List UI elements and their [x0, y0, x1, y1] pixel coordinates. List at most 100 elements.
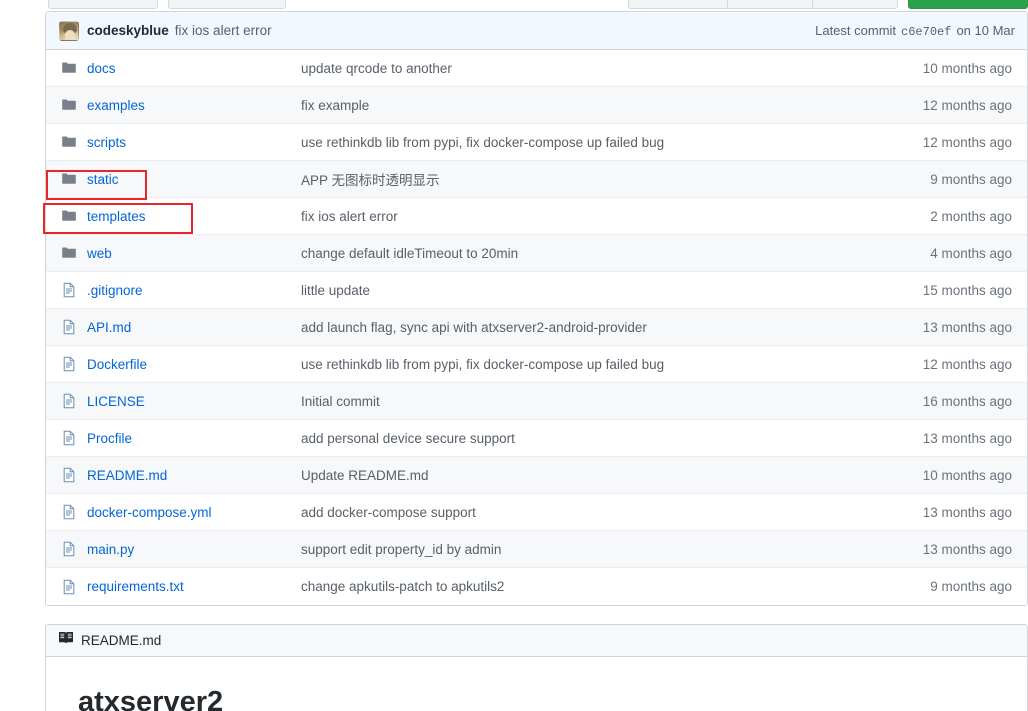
commit-message-cell[interactable]: use rethinkdb lib from pypi, fix docker-…	[301, 135, 877, 150]
commit-message-cell[interactable]: fix example	[301, 98, 877, 113]
table-row: examples fix example 12 months ago	[46, 87, 1027, 124]
file-link-procfile[interactable]: Procfile	[87, 431, 132, 446]
commit-author-name[interactable]: codeskyblue	[87, 23, 169, 38]
table-row: LICENSE Initial commit 16 months ago	[46, 383, 1027, 420]
commit-age-cell: 13 months ago	[922, 430, 1012, 446]
toolbar-button-left-1[interactable]	[48, 0, 158, 9]
file-link-readme-md[interactable]: README.md	[87, 468, 167, 483]
file-name-cell: API.md	[46, 319, 301, 335]
commit-message-cell[interactable]: Update README.md	[301, 468, 877, 483]
commit-age-cell: 9 months ago	[930, 171, 1012, 187]
commit-age-cell: 10 months ago	[922, 60, 1012, 76]
commit-message-cell[interactable]: APP 无图标时透明显示	[301, 169, 877, 189]
file-name-cell: main.py	[46, 541, 301, 557]
commit-age-cell: 13 months ago	[922, 541, 1012, 557]
table-row: Procfile add personal device secure suppo…	[46, 420, 1027, 457]
table-row: .gitignore little update 15 months ago	[46, 272, 1027, 309]
commit-message-cell[interactable]: add launch flag, sync api with atxserver…	[301, 320, 877, 335]
table-row: templates fix ios alert error 2 months ago	[46, 198, 1027, 235]
file-link-docs[interactable]: docs	[87, 61, 116, 76]
commit-age-cell: 12 months ago	[922, 97, 1012, 113]
file-name-cell: .gitignore	[46, 282, 301, 298]
table-row: Dockerfile use rethinkdb lib from pypi, f…	[46, 346, 1027, 383]
commit-message-cell[interactable]: Initial commit	[301, 394, 877, 409]
file-link-scripts[interactable]: scripts	[87, 135, 126, 150]
toolbar-segmented-group[interactable]	[628, 0, 898, 9]
toolbar-button-left-2[interactable]	[168, 0, 286, 9]
commit-message-cell[interactable]: use rethinkdb lib from pypi, fix docker-…	[301, 357, 877, 372]
table-row: web change default idleTimeout to 20min 4 …	[46, 235, 1027, 272]
commit-sha[interactable]: c6e70ef	[901, 25, 951, 39]
file-name-cell: LICENSE	[46, 393, 301, 409]
file-name-cell: Procfile	[46, 430, 301, 446]
folder-icon	[61, 134, 77, 150]
commit-message-cell[interactable]: add docker-compose support	[301, 505, 877, 520]
file-link-docker-compose-yml[interactable]: docker-compose.yml	[87, 505, 212, 520]
file-name-cell: docs	[46, 60, 301, 76]
commit-message-cell[interactable]: support edit property_id by admin	[301, 542, 877, 557]
table-row: README.md Update README.md 10 months ago	[46, 457, 1027, 494]
file-name-cell: static	[46, 171, 301, 187]
table-row: scripts use rethinkdb lib from pypi, fix …	[46, 124, 1027, 161]
file-list-panel: codeskyblue fix ios alert error Latest c…	[45, 11, 1028, 606]
folder-icon	[61, 97, 77, 113]
file-name-cell: scripts	[46, 134, 301, 150]
commit-age-cell: 13 months ago	[922, 319, 1012, 335]
table-row: API.md add launch flag, sync api with atx…	[46, 309, 1027, 346]
toolbar-segment-3[interactable]	[813, 0, 897, 8]
file-name-cell: docker-compose.yml	[46, 504, 301, 520]
file-name-cell: requirements.txt	[46, 579, 301, 595]
folder-icon	[61, 245, 77, 261]
file-rows: docs update qrcode to another 10 months ag…	[46, 50, 1027, 605]
commit-age-cell: 16 months ago	[922, 393, 1012, 409]
repo-toolbar-strip	[0, 0, 1028, 11]
file-icon	[61, 541, 77, 557]
commit-age-cell: 12 months ago	[922, 356, 1012, 372]
clone-or-download-button[interactable]	[908, 0, 1028, 9]
file-link-requirements-txt[interactable]: requirements.txt	[87, 579, 184, 594]
commit-date: on 10 Mar	[956, 22, 1015, 38]
latest-commit-meta: Latest commit c6e70ef on 10 Mar	[815, 23, 1015, 39]
table-row: docs update qrcode to another 10 months ag…	[46, 50, 1027, 87]
toolbar-segment-1[interactable]	[629, 0, 729, 8]
file-icon	[61, 504, 77, 520]
readme-header: README.md	[46, 625, 1027, 657]
book-icon	[58, 630, 74, 651]
commit-age-cell: 2 months ago	[930, 208, 1012, 224]
readme-filename: README.md	[81, 633, 162, 648]
file-link-license[interactable]: LICENSE	[87, 394, 145, 409]
commit-age-cell: 12 months ago	[922, 134, 1012, 150]
folder-icon	[61, 208, 77, 224]
file-link-main-py[interactable]: main.py	[87, 542, 134, 557]
author-avatar[interactable]	[59, 20, 79, 41]
commit-message[interactable]: fix ios alert error	[175, 23, 272, 38]
file-name-cell: README.md	[46, 467, 301, 483]
table-row: static APP 无图标时透明显示 9 months ago	[46, 161, 1027, 198]
file-link-templates[interactable]: templates	[87, 209, 146, 224]
file-link-examples[interactable]: examples	[87, 98, 145, 113]
file-link-web[interactable]: web	[87, 246, 112, 261]
folder-icon	[61, 171, 77, 187]
file-icon	[61, 393, 77, 409]
file-name-cell: Dockerfile	[46, 356, 301, 372]
file-link-static[interactable]: static	[87, 172, 119, 187]
commit-message-cell[interactable]: change default idleTimeout to 20min	[301, 246, 877, 261]
file-icon	[61, 282, 77, 298]
file-link--gitignore[interactable]: .gitignore	[87, 283, 143, 298]
readme-body: atxserver2	[46, 657, 1027, 711]
file-icon	[61, 579, 77, 595]
latest-commit-bar: codeskyblue fix ios alert error Latest c…	[46, 12, 1027, 50]
file-icon	[61, 430, 77, 446]
commit-message-cell[interactable]: update qrcode to another	[301, 61, 877, 76]
toolbar-segment-2[interactable]	[728, 0, 813, 8]
readme-heading: atxserver2	[78, 686, 224, 711]
file-link-api-md[interactable]: API.md	[87, 320, 131, 335]
table-row: main.py support edit property_id by admin…	[46, 531, 1027, 568]
commit-message-cell[interactable]: fix ios alert error	[301, 209, 877, 224]
commit-message-cell[interactable]: change apkutils-patch to apkutils2	[301, 579, 877, 594]
file-icon	[61, 467, 77, 483]
commit-age-cell: 10 months ago	[922, 467, 1012, 483]
commit-message-cell[interactable]: add personal device secure support	[301, 431, 877, 446]
commit-message-cell[interactable]: little update	[301, 283, 877, 298]
file-link-dockerfile[interactable]: Dockerfile	[87, 357, 147, 372]
